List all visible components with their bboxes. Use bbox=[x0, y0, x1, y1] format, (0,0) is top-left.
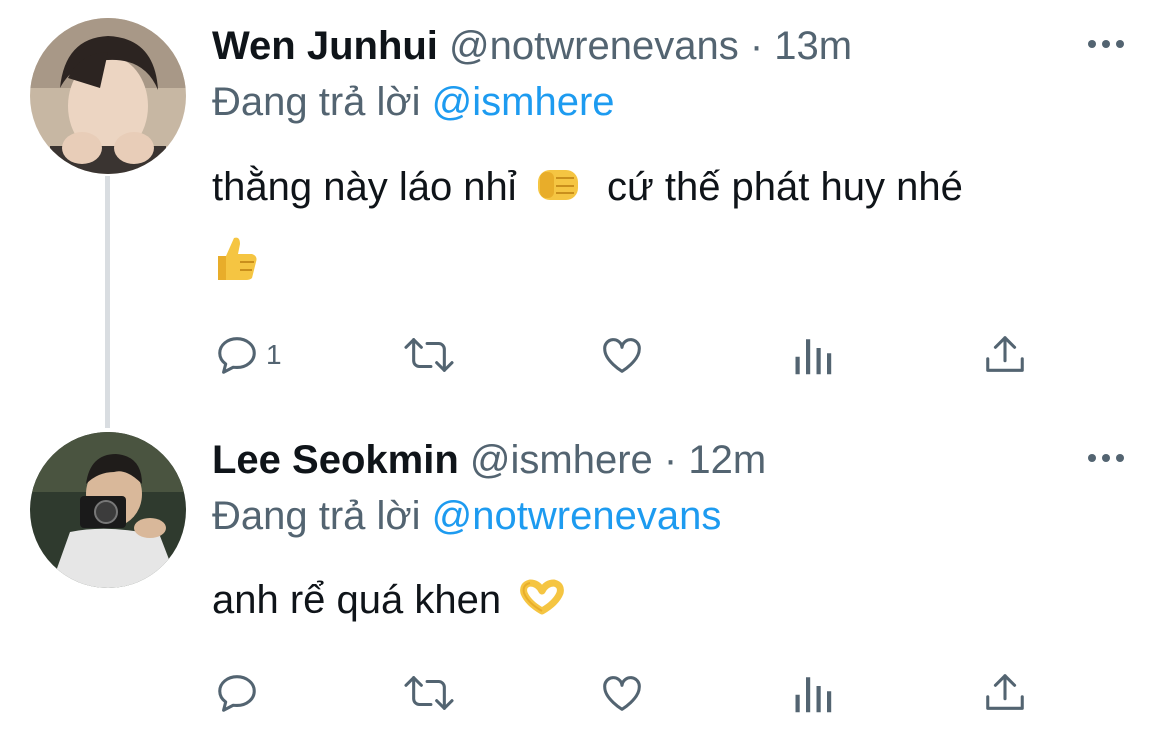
separator-dot: · bbox=[663, 438, 678, 482]
tweet-text-part: cứ thế phát huy nhé bbox=[606, 165, 963, 210]
replying-prefix: Đang trả lời bbox=[212, 80, 421, 124]
retweet-icon bbox=[400, 332, 458, 378]
tweet-text-part: anh rể quá khen bbox=[212, 578, 502, 622]
tweet-text-line2 bbox=[212, 234, 258, 293]
reply-count: 1 bbox=[266, 339, 282, 370]
tweet-actions: 1 bbox=[0, 330, 1170, 380]
like-button[interactable] bbox=[598, 668, 646, 718]
mention-link[interactable]: @notwrenevans bbox=[432, 494, 722, 538]
replying-prefix: Đang trả lời bbox=[212, 494, 421, 538]
like-icon bbox=[598, 670, 646, 716]
replying-to: Đang trả lời @notwrenevans bbox=[212, 492, 721, 540]
separator-dot: · bbox=[749, 24, 764, 68]
thumbs-up-emoji bbox=[212, 234, 258, 293]
more-options-icon[interactable] bbox=[1088, 38, 1128, 50]
share-icon bbox=[982, 332, 1028, 378]
reply-button[interactable]: 1 bbox=[214, 330, 282, 380]
timestamp[interactable]: 12m bbox=[688, 438, 766, 482]
like-icon bbox=[598, 332, 646, 378]
mention-link[interactable]: @ismhere bbox=[432, 80, 615, 124]
retweet-icon bbox=[400, 670, 458, 716]
user-handle[interactable]: @notwrenevans bbox=[449, 24, 739, 68]
tweet-text: thằng này láo nhỉ cứ thế phát huy nhé bbox=[212, 162, 963, 217]
tweet-actions bbox=[0, 668, 1170, 718]
views-icon bbox=[792, 332, 834, 378]
views-button[interactable] bbox=[792, 668, 834, 718]
reply-button[interactable] bbox=[214, 668, 266, 718]
tweet-text-part: thằng này láo nhỉ bbox=[212, 165, 517, 210]
reply-icon bbox=[214, 670, 260, 716]
views-icon bbox=[792, 670, 834, 716]
display-name[interactable]: Lee Seokmin bbox=[212, 438, 459, 482]
fist-bump-emoji bbox=[534, 162, 582, 217]
avatar[interactable] bbox=[30, 18, 186, 174]
share-icon bbox=[982, 670, 1028, 716]
like-button[interactable] bbox=[598, 330, 646, 380]
views-button[interactable] bbox=[792, 330, 834, 380]
tweet-header: Lee Seokmin @ismhere · 12m bbox=[212, 436, 766, 484]
avatar[interactable] bbox=[30, 432, 186, 588]
retweet-button[interactable] bbox=[400, 668, 458, 718]
share-button[interactable] bbox=[982, 330, 1028, 380]
timestamp[interactable]: 13m bbox=[774, 24, 852, 68]
heart-hands-emoji bbox=[518, 578, 566, 626]
retweet-button[interactable] bbox=[400, 330, 458, 380]
user-handle[interactable]: @ismhere bbox=[470, 438, 653, 482]
display-name[interactable]: Wen Junhui bbox=[212, 24, 438, 68]
more-options-icon[interactable] bbox=[1088, 452, 1128, 464]
thread-connector-line bbox=[105, 176, 110, 428]
share-button[interactable] bbox=[982, 668, 1028, 718]
tweet-header: Wen Junhui @notwrenevans · 13m bbox=[212, 22, 852, 70]
tweet-text: anh rể quá khen bbox=[212, 576, 566, 626]
replying-to: Đang trả lời @ismhere bbox=[212, 78, 615, 126]
reply-icon bbox=[214, 332, 260, 378]
